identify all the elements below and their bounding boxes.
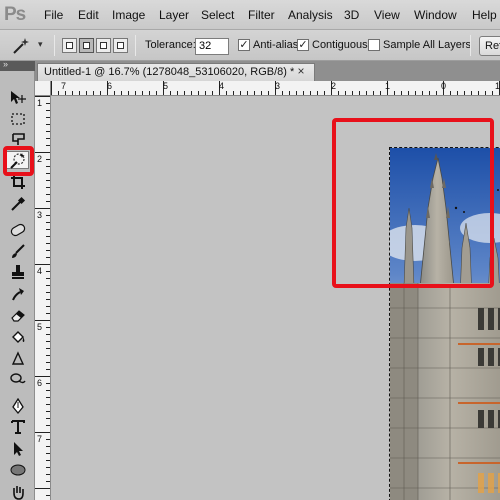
- tools-panel-header[interactable]: »: [0, 59, 35, 71]
- divider: [135, 35, 136, 56]
- intersect-selection-button[interactable]: [113, 38, 128, 53]
- selection-highlight-box: [332, 118, 494, 288]
- menu-select[interactable]: Select: [201, 8, 234, 22]
- ruler-label: 1: [37, 98, 43, 108]
- ruler-label: 1: [385, 81, 391, 91]
- menu-analysis[interactable]: Analysis: [288, 8, 333, 22]
- history-brush-icon: [11, 288, 24, 301]
- hand-tool[interactable]: [6, 483, 29, 500]
- brush-icon: [11, 244, 25, 258]
- clone-stamp-icon: [11, 265, 24, 279]
- ruler-label: 6: [107, 81, 113, 91]
- ruler-label: 2: [331, 81, 337, 91]
- rectangular-marquee-icon: [10, 113, 25, 125]
- document-tab-bar: Untitled-1 @ 16.7% (1278048_53106020, RG…: [35, 61, 500, 81]
- ruler-origin[interactable]: [35, 81, 51, 96]
- subtract-from-selection-button[interactable]: [96, 38, 111, 53]
- crop-icon: [10, 175, 25, 189]
- ruler-label: 2: [37, 154, 43, 164]
- move-tool[interactable]: [6, 89, 29, 107]
- pen-icon: [11, 398, 24, 414]
- ruler-label: 6: [37, 378, 43, 388]
- tools-panel: »: [0, 59, 35, 500]
- magic-wand-icon: [13, 38, 29, 54]
- rectangular-marquee-tool[interactable]: [6, 110, 29, 128]
- tolerance-label: Tolerance:: [145, 39, 196, 51]
- lasso-icon: [11, 133, 25, 145]
- menu-layer[interactable]: Layer: [159, 8, 189, 22]
- clone-stamp-tool[interactable]: [6, 263, 29, 281]
- hand-icon: [12, 486, 24, 500]
- ruler-label: 3: [37, 210, 43, 220]
- sample-all-layers-checkbox[interactable]: [368, 39, 380, 51]
- app-logo: Ps: [4, 4, 26, 25]
- ruler-label: 4: [219, 81, 225, 91]
- menu-window[interactable]: Window: [414, 8, 457, 22]
- tolerance-input[interactable]: 32: [195, 38, 229, 55]
- ruler-label: 1: [495, 81, 500, 91]
- paint-bucket-icon: [11, 331, 24, 343]
- eyedropper-tool[interactable]: [6, 195, 29, 213]
- anti-alias-label: Anti-alias: [253, 39, 299, 51]
- blur-tool[interactable]: [6, 350, 29, 368]
- brush-tool[interactable]: [6, 242, 29, 260]
- menu-filter[interactable]: Filter: [248, 8, 275, 22]
- path-selection-tool[interactable]: [6, 440, 29, 458]
- paint-bucket-tool[interactable]: [6, 328, 29, 346]
- ruler-label: 3: [275, 81, 281, 91]
- vertical-ruler[interactable]: 1 2 3 4 5 6 7: [35, 96, 51, 500]
- ruler-label: 5: [37, 322, 43, 332]
- move-icon: [10, 91, 26, 104]
- dodge-tool[interactable]: [6, 371, 29, 389]
- spot-healing-brush-icon: [10, 223, 25, 237]
- blur-icon: [11, 351, 24, 365]
- menu-bar: Ps File Edit Image Layer Select Filter A…: [0, 0, 500, 30]
- divider: [470, 35, 471, 56]
- ellipse-icon: [10, 464, 25, 476]
- new-selection-button[interactable]: [62, 38, 77, 53]
- anti-alias-checkbox[interactable]: ✓: [238, 39, 250, 51]
- ruler-label: 5: [163, 81, 169, 91]
- eyedropper-icon: [10, 196, 25, 211]
- document-tab[interactable]: Untitled-1 @ 16.7% (1278048_53106020, RG…: [37, 63, 315, 81]
- refine-edge-button[interactable]: Refine Edge...: [479, 36, 500, 56]
- ruler-label: 7: [61, 81, 67, 91]
- pen-tool[interactable]: [6, 397, 29, 415]
- close-icon[interactable]: ×: [294, 64, 308, 78]
- tool-preset-picker[interactable]: [10, 36, 32, 56]
- dodge-icon: [9, 373, 26, 384]
- sample-all-layers-label: Sample All Layers: [383, 39, 472, 51]
- eraser-icon: [10, 310, 25, 322]
- tool-highlight-box: [3, 146, 34, 176]
- horizontal-ruler[interactable]: 7 6 5 4 3 2 1 0 1: [51, 81, 500, 96]
- contiguous-checkbox[interactable]: ✓: [297, 39, 309, 51]
- menu-3d[interactable]: 3D: [344, 8, 359, 22]
- menu-help[interactable]: Help: [472, 8, 497, 22]
- spot-healing-brush-tool[interactable]: [6, 221, 29, 239]
- ellipse-tool[interactable]: [6, 461, 29, 479]
- menu-edit[interactable]: Edit: [78, 8, 99, 22]
- divider: [54, 35, 55, 56]
- add-to-selection-button[interactable]: [79, 38, 94, 53]
- menu-view[interactable]: View: [374, 8, 400, 22]
- menu-image[interactable]: Image: [112, 8, 145, 22]
- chevron-down-icon[interactable]: ▾: [38, 39, 43, 50]
- type-icon: [10, 420, 25, 434]
- type-tool[interactable]: [6, 418, 29, 436]
- ruler-label: 7: [37, 434, 43, 444]
- path-selection-icon: [13, 442, 23, 456]
- ruler-label: 0: [441, 81, 447, 91]
- contiguous-label: Contiguous: [312, 39, 368, 51]
- eraser-tool[interactable]: [6, 306, 29, 324]
- history-brush-tool[interactable]: [6, 285, 29, 303]
- menu-file[interactable]: File: [44, 8, 63, 22]
- ruler-label: 4: [37, 266, 43, 276]
- options-bar: ▾ Tolerance: 32 ✓ Anti-alias ✓ Contiguou…: [0, 30, 500, 61]
